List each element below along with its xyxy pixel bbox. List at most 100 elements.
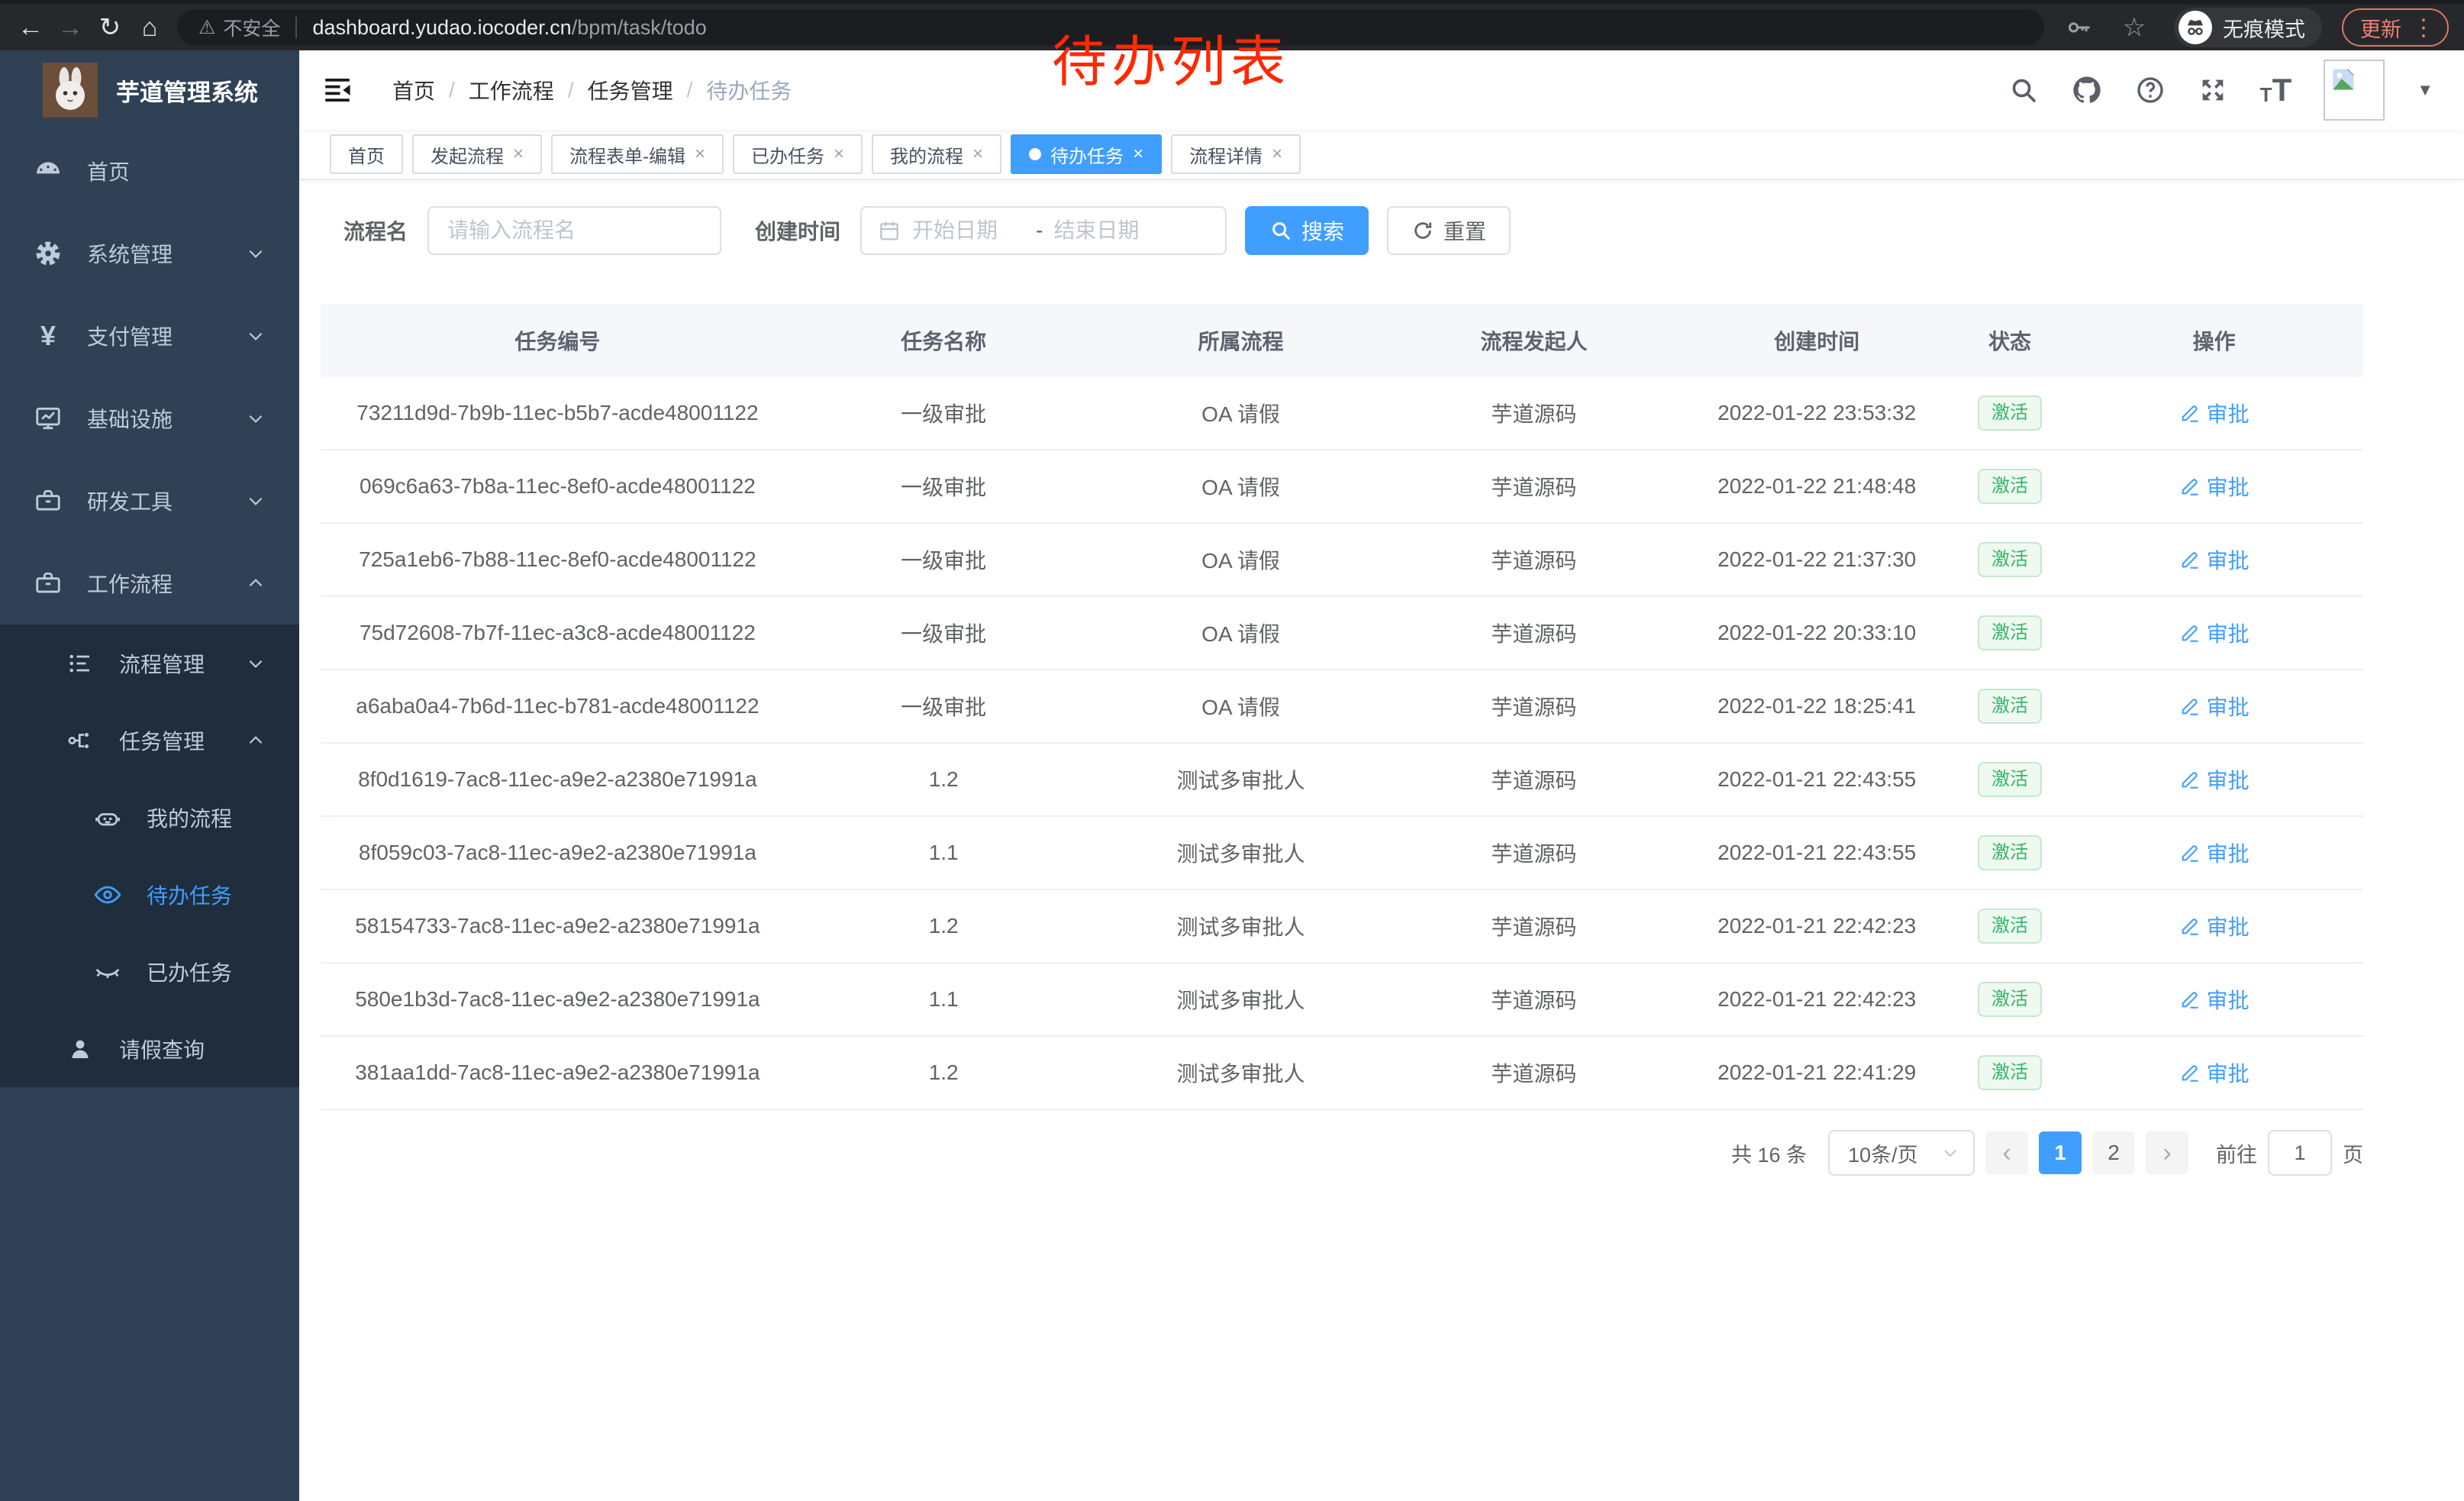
table-row: a6aba0a4-7b6d-11ec-b781-acde48001122 一级审… (321, 670, 2363, 744)
process-name-input[interactable] (427, 206, 721, 255)
chevron-up-icon (246, 573, 266, 593)
avatar-caret-icon[interactable]: ▼ (2417, 80, 2433, 100)
app-logo-row[interactable]: 芋道管理系统 (0, 50, 299, 130)
security-chip[interactable]: ⚠ 不安全 (198, 14, 280, 41)
sidebar-item-task-management[interactable]: 任务管理 (0, 702, 299, 779)
col-actions: 操作 (2065, 325, 2363, 356)
cell-time: 2022-01-22 21:37:30 (1679, 547, 1955, 572)
toolbox-icon (31, 486, 66, 515)
cell-task-id: 75d72608-7b7f-11ec-a3c8-acde48001122 (321, 621, 795, 645)
search-icon[interactable] (2008, 75, 2039, 105)
breadcrumb-item-task-management[interactable]: 任务管理 (588, 75, 673, 105)
incognito-label: 无痕模式 (2223, 13, 2305, 43)
col-starter: 流程发起人 (1389, 325, 1679, 356)
browser-update-button[interactable]: 更新 ⋮ (2342, 8, 2449, 47)
breadcrumb: 首页 / 工作流程 / 任务管理 / 待办任务 (392, 75, 792, 105)
prev-page-button[interactable]: ‹ (1985, 1131, 2028, 1174)
col-task-id: 任务编号 (321, 325, 795, 356)
avatar[interactable] (2324, 60, 2385, 121)
sidebar-item-system[interactable]: 系统管理 (0, 212, 299, 295)
approve-link[interactable]: 审批 (2179, 984, 2250, 1015)
sidebar-item-payment[interactable]: ¥ 支付管理 (0, 295, 299, 377)
tab-home[interactable]: 首页 (330, 134, 403, 174)
sidebar-item-done-tasks[interactable]: 已办任务 (0, 933, 299, 1010)
cell-process: OA 请假 (1093, 691, 1389, 721)
browser-menu-icon[interactable]: ⋮ (2412, 15, 2435, 41)
start-date-input[interactable] (912, 218, 1025, 243)
chevron-up-icon (246, 731, 266, 750)
tab-form-edit[interactable]: 流程表单-编辑× (551, 134, 724, 174)
close-icon[interactable]: × (513, 144, 524, 165)
cell-starter: 芋道源码 (1389, 398, 1679, 428)
sidebar-item-process-management[interactable]: 流程管理 (0, 625, 299, 702)
browser-reload-button[interactable]: ↻ (90, 8, 130, 47)
tab-process-detail[interactable]: 流程详情× (1171, 134, 1301, 174)
chevron-down-icon (246, 244, 266, 263)
cell-actions: 审批 (2065, 618, 2363, 649)
tab-done-tasks[interactable]: 已办任务× (733, 134, 863, 174)
sidebar-item-home[interactable]: 首页 (0, 130, 299, 212)
approve-link[interactable]: 审批 (2179, 544, 2250, 575)
browser-forward-button[interactable]: → (50, 8, 90, 47)
cell-time: 2022-01-22 23:53:32 (1679, 401, 1955, 425)
breadcrumb-item-workflow[interactable]: 工作流程 (469, 75, 554, 105)
breadcrumb-item-home[interactable]: 首页 (392, 75, 435, 105)
sidebar-collapse-icon[interactable] (310, 63, 365, 118)
cell-task-id: 58154733-7ac8-11ec-a9e2-a2380e71991a (321, 914, 795, 938)
help-icon[interactable] (2135, 75, 2166, 105)
table-header: 任务编号 任务名称 所属流程 流程发起人 创建时间 状态 操作 (321, 304, 2363, 377)
approve-link[interactable]: 审批 (2179, 838, 2250, 868)
edit-pencil-icon (2179, 1062, 2201, 1083)
page-unit-label: 页 (2343, 1138, 2363, 1168)
end-date-input[interactable] (1053, 218, 1166, 243)
tab-todo-tasks[interactable]: 待办任务× (1011, 134, 1162, 174)
github-icon[interactable] (2071, 74, 2103, 106)
approve-link[interactable]: 审批 (2179, 1057, 2250, 1088)
password-key-icon[interactable] (2064, 8, 2095, 47)
fullscreen-icon[interactable] (2198, 75, 2228, 105)
sidebar-item-dev-tools[interactable]: 研发工具 (0, 460, 299, 542)
close-icon[interactable]: × (972, 144, 983, 165)
cell-task-id: 73211d9d-7b9b-11ec-b5b7-acde48001122 (321, 401, 795, 425)
url-host: dashboard.yudao.iocoder.cn (312, 16, 571, 39)
warning-icon: ⚠ (198, 16, 215, 39)
search-button[interactable]: 搜索 (1245, 206, 1369, 255)
close-icon[interactable]: × (1133, 144, 1143, 165)
sidebar-item-workflow[interactable]: 工作流程 (0, 542, 299, 625)
sidebar-item-todo-tasks[interactable]: 待办任务 (0, 856, 299, 933)
cell-task-id: 8f059c03-7ac8-11ec-a9e2-a2380e71991a (321, 841, 795, 865)
sidebar-item-my-process[interactable]: 我的流程 (0, 779, 299, 856)
cell-task-name: 1.2 (795, 914, 1093, 938)
breadcrumb-separator: / (449, 78, 455, 102)
col-task-name: 任务名称 (795, 325, 1093, 356)
bookmark-star-icon[interactable]: ☆ (2114, 8, 2154, 47)
next-page-button[interactable]: › (2146, 1131, 2188, 1174)
tab-start-process[interactable]: 发起流程× (412, 134, 542, 174)
page-2-button[interactable]: 2 (2092, 1131, 2135, 1174)
page-size-select[interactable]: 10条/页 (1828, 1130, 1975, 1176)
close-icon[interactable]: × (1272, 144, 1282, 165)
browser-home-button[interactable]: ⌂ (130, 8, 169, 47)
tab-my-process[interactable]: 我的流程× (872, 134, 1001, 174)
font-size-icon[interactable]: TT (2260, 76, 2292, 105)
sidebar-item-infrastructure[interactable]: 基础设施 (0, 377, 299, 460)
tag-view-bar: 首页 发起流程× 流程表单-编辑× 已办任务× 我的流程× 待办任务× 流程详情… (299, 130, 2464, 180)
approve-link[interactable]: 审批 (2179, 398, 2250, 428)
approve-link[interactable]: 审批 (2179, 691, 2250, 721)
sidebar-item-leave-query[interactable]: 请假查询 (0, 1010, 299, 1087)
browser-back-button[interactable]: ← (11, 8, 50, 47)
approve-link[interactable]: 审批 (2179, 471, 2250, 502)
cell-time: 2022-01-21 22:42:23 (1679, 914, 1955, 938)
tree-list-icon (63, 650, 98, 677)
date-range-picker[interactable]: - (860, 206, 1227, 255)
goto-page-input[interactable] (2268, 1130, 2332, 1176)
approve-link[interactable]: 审批 (2179, 764, 2250, 795)
chevron-down-icon (1941, 1144, 1959, 1162)
approve-link[interactable]: 审批 (2179, 618, 2250, 648)
page-1-button[interactable]: 1 (2039, 1131, 2082, 1174)
app-title: 芋道管理系统 (116, 73, 258, 108)
approve-link[interactable]: 审批 (2179, 911, 2250, 941)
close-icon[interactable]: × (834, 144, 844, 165)
reset-button[interactable]: 重置 (1387, 206, 1511, 255)
close-icon[interactable]: × (695, 144, 705, 165)
